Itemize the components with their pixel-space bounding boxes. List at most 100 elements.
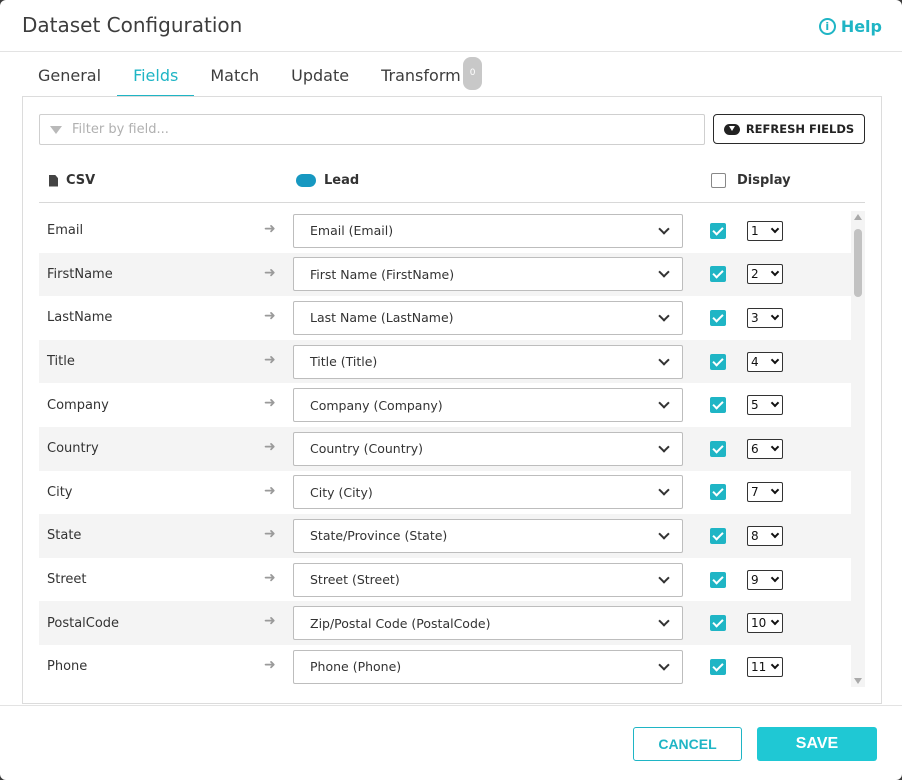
scroll-up-icon[interactable]	[854, 214, 862, 220]
filter-input[interactable]	[72, 122, 704, 137]
display-order-value: 1	[751, 223, 759, 238]
display-order-select[interactable]: 8	[747, 525, 783, 546]
field-mapping-row: PostalCode ➜ Zip/Postal Code (PostalCode) 1…	[39, 601, 851, 645]
lead-field-select[interactable]: Country (Country)	[293, 431, 683, 466]
lead-field-select[interactable]: City (City)	[293, 475, 683, 510]
lead-field-value: City (City)	[310, 484, 373, 500]
help-label: Help	[840, 17, 882, 36]
csv-field-name: FirstName	[47, 266, 113, 282]
lead-field-select[interactable]: Street (Street)	[293, 562, 683, 597]
field-mapping-row: City ➜ City (City) 7	[39, 471, 851, 515]
csv-field-name: Street	[47, 572, 87, 588]
chevron-down-icon	[770, 616, 780, 626]
lead-field-value: Zip/Postal Code (PostalCode)	[310, 615, 491, 631]
field-mapping-row: Street ➜ Street (Street) 9	[39, 558, 851, 602]
field-mapping-list: Email ➜ Email (Email) 1 FirstName ➜ First Name…	[39, 209, 851, 687]
scroll-thumb[interactable]	[854, 229, 862, 297]
display-order-value: 3	[751, 310, 759, 325]
salesforce-cloud-icon	[296, 174, 316, 187]
refresh-fields-button[interactable]: REFRESH FIELDS	[713, 114, 865, 144]
dataset-configuration-dialog: Dataset Configuration i Help General Fiel…	[0, 0, 902, 780]
lead-field-select[interactable]: State/Province (State)	[293, 518, 683, 553]
csv-field-name: Title	[47, 354, 75, 370]
display-order-select[interactable]: 7	[747, 482, 783, 503]
arrow-right-icon: ➜	[264, 438, 276, 455]
lead-field-select[interactable]: Last Name (LastName)	[293, 300, 683, 335]
tab-label: Match	[210, 66, 260, 85]
display-checkbox[interactable]	[710, 397, 726, 414]
cancel-button[interactable]: CANCEL	[633, 727, 742, 761]
display-order-select[interactable]: 5	[747, 395, 783, 416]
tab-label: Transform	[381, 66, 461, 85]
display-checkbox[interactable]	[710, 266, 726, 283]
chevron-down-icon	[770, 486, 780, 495]
fields-panel: REFRESH FIELDS CSV Lead Display Email➜Em…	[22, 96, 882, 704]
display-order-value: 8	[751, 528, 759, 543]
chevron-down-icon	[658, 397, 670, 409]
lead-field-value: State/Province (State)	[310, 528, 448, 544]
refresh-fields-label: REFRESH FIELDS	[745, 122, 855, 136]
display-column-label: Display	[737, 173, 791, 188]
arrow-right-icon: ➜	[264, 482, 276, 499]
display-order-select[interactable]: 3	[747, 307, 783, 328]
arrow-right-icon: ➜	[264, 395, 276, 412]
lead-field-select[interactable]: Company (Company)	[293, 388, 683, 423]
display-checkbox[interactable]	[710, 222, 726, 239]
display-order-select[interactable]: 10	[747, 613, 783, 634]
lead-field-select[interactable]: Title (Title)	[293, 344, 683, 379]
display-checkbox[interactable]	[710, 658, 726, 675]
scroll-down-icon[interactable]	[854, 678, 862, 684]
chevron-down-icon	[770, 224, 780, 234]
tab-fields[interactable]: Fields	[117, 60, 195, 97]
display-order-select[interactable]: 2	[747, 264, 783, 285]
display-order-select[interactable]: 9	[747, 569, 783, 590]
list-scrollbar[interactable]	[851, 211, 865, 687]
arrow-right-icon: ➜	[264, 656, 276, 673]
tab-update[interactable]: Update	[275, 60, 365, 97]
lead-column-header: Lead	[296, 173, 359, 188]
csv-column-label: CSV	[66, 173, 96, 188]
chevron-down-icon	[658, 266, 670, 279]
csv-field-name: Phone	[47, 659, 88, 675]
chevron-down-icon	[770, 268, 780, 277]
tab-match[interactable]: Match	[194, 60, 275, 97]
field-mapping-row: Company ➜ Company (Company) 5	[39, 383, 851, 427]
filter-funnel-icon	[50, 125, 62, 134]
arrow-right-icon: ➜	[264, 221, 276, 237]
display-checkbox[interactable]	[710, 440, 726, 457]
save-button[interactable]: SAVE	[757, 727, 877, 761]
display-checkbox[interactable]	[710, 615, 726, 632]
display-order-select[interactable]: 6	[747, 438, 783, 459]
display-checkbox[interactable]	[710, 353, 726, 370]
chevron-down-icon	[770, 311, 780, 321]
help-link[interactable]: i Help	[818, 17, 882, 36]
arrow-right-icon: ➜	[264, 308, 276, 325]
filter-box[interactable]	[39, 114, 705, 145]
csv-field-name: Company	[47, 397, 109, 413]
file-icon	[49, 174, 58, 187]
lead-field-select[interactable]: Phone (Phone)	[293, 649, 683, 684]
tab-bar: General Fields Match Update Transform 0	[22, 57, 498, 97]
display-all-checkbox[interactable]	[711, 173, 726, 188]
arrow-right-icon: ➜	[264, 351, 276, 368]
arrow-right-icon: ➜	[264, 613, 276, 630]
display-order-select[interactable]: 11	[747, 656, 783, 677]
lead-field-select[interactable]: First Name (FirstName)	[293, 257, 683, 292]
tab-transform[interactable]: Transform 0	[365, 57, 498, 97]
arrow-right-icon: ➜	[264, 526, 276, 543]
display-checkbox[interactable]	[710, 484, 726, 501]
tab-label: Fields	[133, 66, 179, 85]
lead-field-select[interactable]: Zip/Postal Code (PostalCode)	[293, 606, 683, 641]
display-order-value: 4	[751, 354, 759, 369]
display-order-select[interactable]: 1	[747, 220, 783, 241]
display-checkbox[interactable]	[710, 309, 726, 326]
dialog-title: Dataset Configuration	[22, 13, 243, 37]
chevron-down-icon	[658, 659, 670, 671]
arrow-right-icon: ➜	[264, 569, 276, 586]
display-checkbox[interactable]	[710, 571, 726, 588]
lead-field-select[interactable]: Email (Email)	[293, 213, 683, 248]
display-checkbox[interactable]	[710, 527, 726, 544]
field-mapping-row: Title ➜ Title (Title) 4	[39, 339, 851, 384]
tab-general[interactable]: General	[22, 60, 117, 97]
display-order-select[interactable]: 4	[747, 351, 783, 372]
